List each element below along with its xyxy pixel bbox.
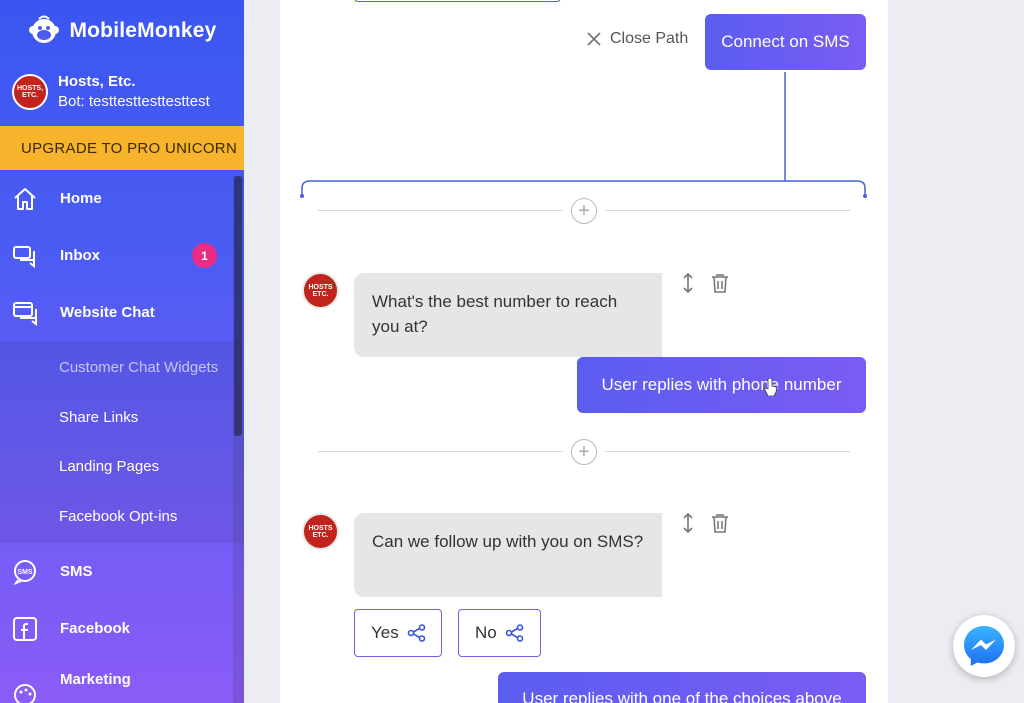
- divider: [605, 210, 850, 211]
- trash-icon[interactable]: [709, 512, 731, 534]
- branch-icon: [407, 624, 426, 642]
- move-icon[interactable]: [680, 512, 696, 534]
- mouse-cursor-icon: [764, 378, 777, 396]
- user-reply-phone[interactable]: User replies with phone number: [577, 357, 866, 413]
- user-reply-choices-label: User replies with one of the choices abo…: [522, 689, 842, 703]
- divider: [318, 210, 563, 211]
- choice-yes-button[interactable]: Yes: [354, 609, 442, 657]
- add-step-button[interactable]: +: [571, 439, 597, 465]
- message-bubble[interactable]: What's the best number to reach you at?: [354, 273, 662, 357]
- trash-icon[interactable]: [709, 272, 731, 294]
- move-icon[interactable]: [680, 272, 696, 294]
- messenger-icon: [964, 626, 1004, 666]
- messenger-chat-button[interactable]: [953, 615, 1015, 677]
- add-step-button[interactable]: +: [571, 198, 597, 224]
- message-bubble[interactable]: Can we follow up with you on SMS?: [354, 513, 662, 597]
- user-reply-choices[interactable]: User replies with one of the choices abo…: [498, 672, 866, 703]
- choice-no-label: No: [475, 623, 497, 642]
- choice-no-button[interactable]: No: [458, 609, 541, 657]
- bot-avatar: HOSTS ETC.: [302, 513, 339, 550]
- choice-yes-label: Yes: [371, 623, 399, 642]
- bot-avatar: HOSTS ETC.: [302, 272, 339, 309]
- divider: [318, 451, 563, 452]
- divider: [605, 451, 850, 452]
- branch-icon: [505, 624, 524, 642]
